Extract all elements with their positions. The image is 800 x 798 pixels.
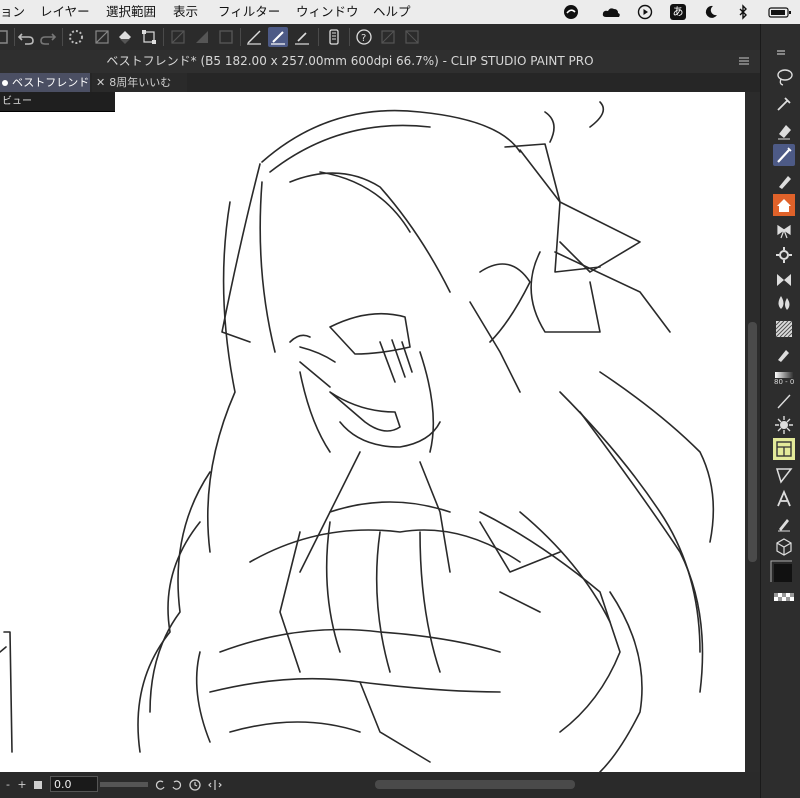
sketch-artwork (0, 101, 715, 772)
sync-status-icon[interactable] (563, 4, 579, 20)
flip-icon[interactable] (208, 777, 222, 793)
zoom-value-field[interactable]: 0.0 (50, 776, 98, 792)
selection-square-icon[interactable] (216, 27, 236, 47)
palette-menu-icon[interactable] (773, 48, 795, 58)
rotate-right-icon[interactable] (170, 777, 184, 793)
battery-icon[interactable] (768, 4, 792, 20)
3d-cube-icon[interactable] (773, 536, 795, 558)
undo-icon[interactable] (16, 27, 36, 47)
window-title: ベストフレンド* (B5 182.00 x 257.00mm 600dpi 66… (106, 54, 594, 68)
clear-icon[interactable] (0, 27, 12, 47)
drawing-canvas[interactable] (0, 92, 745, 772)
help-icon[interactable]: ? (354, 27, 374, 47)
watercolor-drop-icon[interactable] (773, 292, 795, 314)
disabled-tool-icon[interactable] (378, 27, 398, 47)
canvas-bottom-bar: - + 0.0 (0, 772, 760, 798)
panel-menu-icon[interactable] (736, 53, 752, 69)
density-gradient-label[interactable]: 80 - 0 (773, 370, 795, 388)
loading-spinner-icon[interactable] (66, 27, 86, 47)
line-tool-icon[interactable] (773, 390, 795, 412)
home-palette-icon[interactable] (773, 194, 795, 216)
bluetooth-icon[interactable] (735, 4, 751, 20)
dark-mode-moon-icon[interactable] (703, 4, 719, 20)
zoom-out-button[interactable]: - (2, 777, 14, 793)
cloud-icon[interactable] (601, 4, 621, 20)
toolbar-separator (62, 28, 63, 46)
selection-disabled-icon[interactable] (168, 27, 188, 47)
menu-item-animation[interactable]: ョン (0, 0, 25, 24)
rotate-left-icon[interactable] (153, 777, 167, 793)
menu-item-layer[interactable]: レイヤー (40, 0, 90, 24)
stop-icon[interactable] (32, 777, 44, 793)
input-method-icon[interactable]: あ (670, 4, 686, 20)
transform-icon[interactable] (139, 27, 159, 47)
menu-item-view[interactable]: 表示 (173, 0, 198, 24)
document-title-bar: ベストフレンド* (B5 182.00 x 257.00mm 600dpi 66… (0, 50, 760, 73)
toolbar-separator (318, 28, 319, 46)
pencil-tool-icon[interactable] (292, 27, 312, 47)
tab-8th-anniversary[interactable]: ✕ 8周年いいむ (92, 73, 187, 92)
ruler-pen-icon[interactable] (244, 27, 264, 47)
disabled-tool-icon-2[interactable] (402, 27, 422, 47)
tab-modified-dot-icon (2, 80, 8, 86)
vertical-scrollbar-thumb[interactable] (748, 322, 757, 562)
lasso-icon[interactable] (773, 66, 795, 88)
toolbar-separator (14, 28, 15, 46)
dropdown-label: ビュー (2, 96, 32, 107)
frame-panel-icon[interactable] (773, 438, 795, 460)
burst-effect-icon[interactable] (773, 414, 795, 436)
fill-bucket-icon[interactable] (115, 27, 135, 47)
svg-text:?: ? (361, 33, 366, 44)
zoom-in-button[interactable]: + (16, 777, 28, 793)
device-icon[interactable] (324, 27, 344, 47)
current-color-swatch[interactable] (770, 560, 796, 586)
pen-tool-active-icon[interactable] (268, 27, 288, 47)
zoom-slider[interactable] (100, 782, 148, 787)
document-tab-bar: ベストフレンド* ✕ 8周年いいむ (0, 73, 760, 108)
horizontal-scrollbar-thumb[interactable] (375, 780, 575, 789)
transparent-color-swatch[interactable] (773, 592, 795, 602)
tool-palette: 80 - 0 (760, 24, 800, 798)
tone-pattern-icon[interactable] (773, 318, 795, 340)
main-toolbar: ? (0, 24, 760, 51)
text-tool-icon[interactable] (773, 488, 795, 510)
eyedropper-icon[interactable] (773, 92, 795, 114)
eraser-icon[interactable] (773, 120, 795, 142)
bow-decoration-icon[interactable] (773, 269, 795, 291)
play-icon[interactable] (637, 4, 653, 20)
menu-item-help[interactable]: ヘルプ (373, 0, 411, 24)
view-dropdown[interactable]: ビュー (0, 92, 115, 112)
vertical-scrollbar[interactable] (745, 92, 760, 772)
ribbon-decoration-icon[interactable] (773, 220, 795, 242)
selection-fill-icon[interactable] (192, 27, 212, 47)
menu-bar: ョン レイヤー 選択範囲 表示 フィルター ウィンドウ ヘルプ あ (0, 0, 800, 24)
triangle-ruler-icon[interactable] (773, 464, 795, 486)
fill-pen-icon[interactable] (773, 344, 795, 366)
menu-item-window[interactable]: ウィンドウ (296, 0, 359, 24)
reset-rotation-icon[interactable] (188, 777, 202, 793)
toolbar-separator (163, 28, 164, 46)
menu-item-selection[interactable]: 選択範囲 (106, 0, 156, 24)
redo-icon[interactable] (38, 27, 58, 47)
tab-label: 8周年いいむ (109, 76, 172, 89)
gear-decoration-icon[interactable] (773, 244, 795, 266)
toolbar-separator (349, 28, 350, 46)
clear-layer-icon[interactable] (92, 27, 112, 47)
brush-icon[interactable] (773, 170, 795, 192)
toolbar-separator (240, 28, 241, 46)
menu-item-filter[interactable]: フィルター (218, 0, 280, 24)
tab-close-icon[interactable]: ✕ (96, 76, 105, 89)
pen-palette-active-icon[interactable] (773, 144, 795, 166)
brush-tip-icon[interactable] (773, 512, 795, 534)
tab-best-friend[interactable]: ベストフレンド* (0, 73, 90, 108)
density-label-text: 80 - 0 (774, 378, 795, 386)
